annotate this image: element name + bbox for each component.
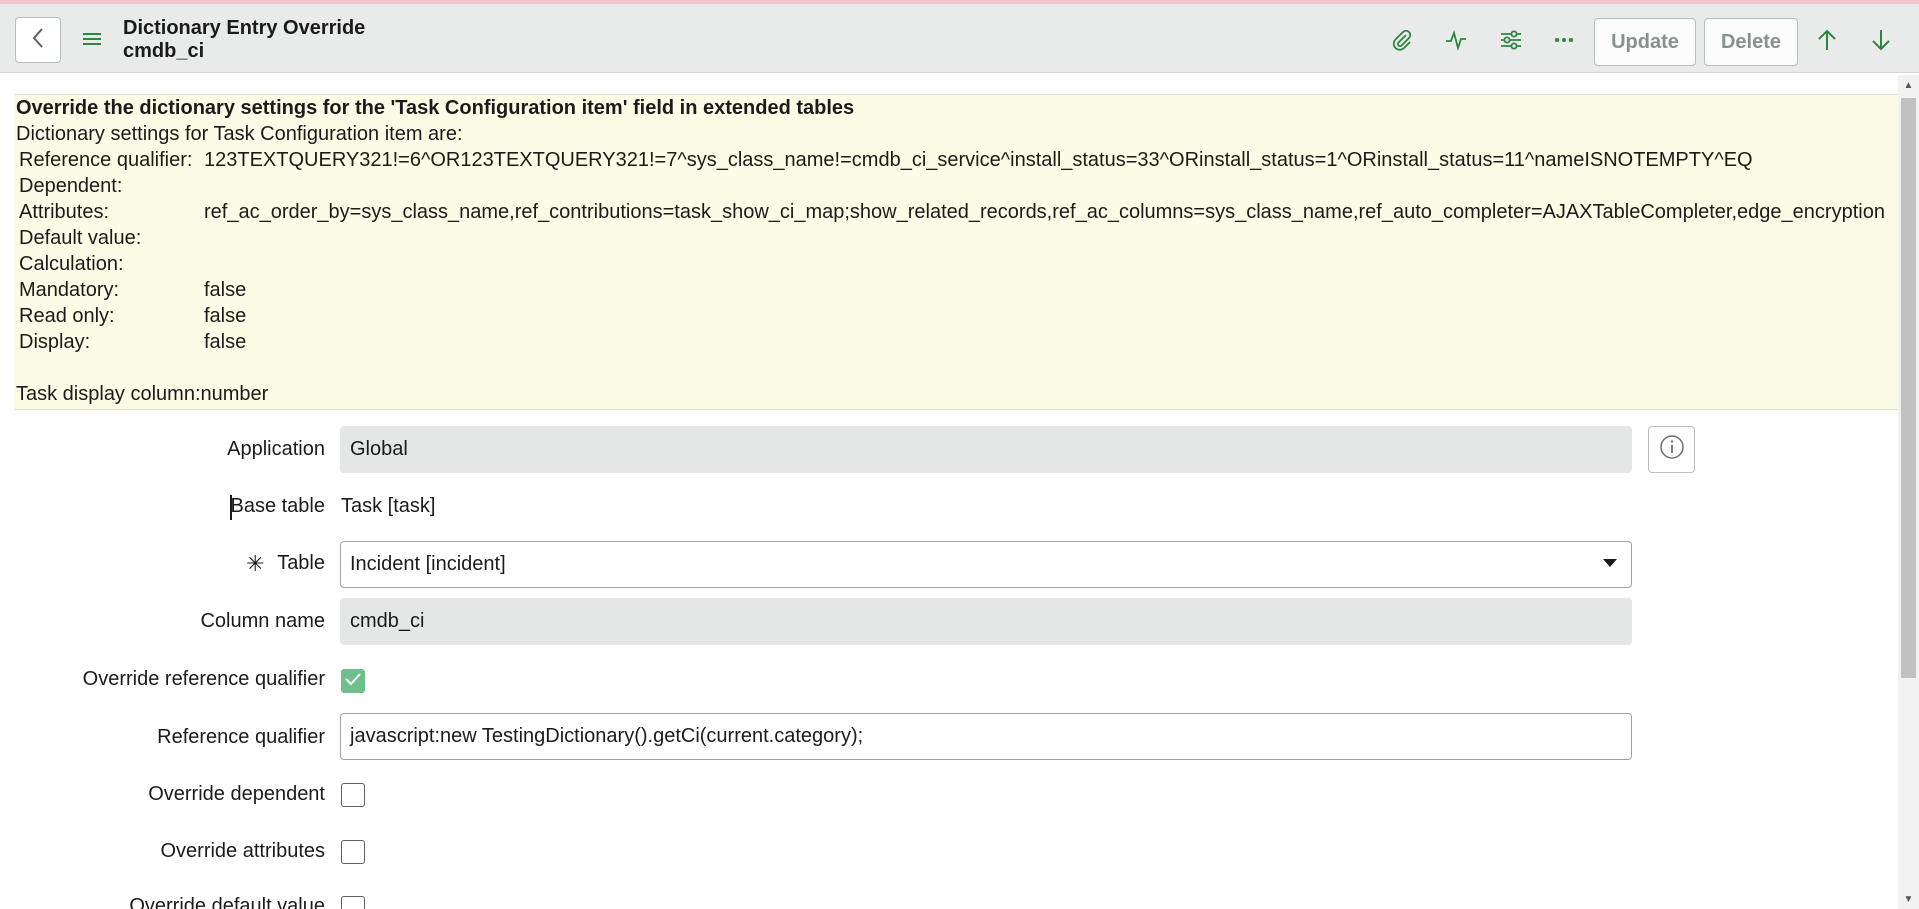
more-options-icon (1552, 28, 1576, 57)
info-key: Default value: (19, 227, 142, 249)
override-default-value-label: Override default value (129, 895, 325, 909)
activity-button[interactable] (1439, 25, 1473, 59)
page: Dictionary Entry Override cmdb_ci Update… (0, 0, 1919, 909)
required-icon: ✳ (246, 551, 265, 576)
info-heading: Override the dictionary settings for the… (16, 97, 855, 119)
info-value: false (204, 305, 247, 327)
activity-icon (1444, 28, 1468, 57)
attachment-button[interactable] (1385, 25, 1419, 59)
task-display-column: Task display column:number (16, 383, 269, 405)
info-key: Display: (19, 331, 91, 353)
override-reference-qualifier-checkbox[interactable] (341, 669, 365, 693)
application-field: Global (340, 426, 1632, 473)
form-title-block: Dictionary Entry Override cmdb_ci (123, 17, 365, 63)
application-info-button[interactable] (1648, 426, 1695, 473)
form-header: Dictionary Entry Override cmdb_ci Update… (0, 4, 1919, 73)
form-subtitle: cmdb_ci (123, 40, 205, 62)
override-attributes-checkbox[interactable] (341, 840, 365, 864)
info-key: Reference qualifier: (19, 149, 193, 171)
override-reference-qualifier-label: Override reference qualifier (82, 668, 325, 690)
back-button[interactable] (15, 17, 61, 63)
info-key: Read only: (19, 305, 115, 327)
scroll-thumb[interactable] (1901, 98, 1916, 678)
arrow-down-icon (1870, 28, 1892, 57)
info-value: 123TEXTQUERY321!=6^OR123TEXTQUERY321!=7^… (204, 149, 1753, 171)
update-button[interactable]: Update (1594, 18, 1696, 66)
column-name-field: cmdb_ci (340, 598, 1632, 645)
reference-qualifier-input[interactable]: javascript:new TestingDictionary().getCi… (340, 713, 1632, 760)
table-label: Table (277, 552, 325, 574)
page-scrollbar[interactable]: ▲ ▼ (1898, 75, 1919, 909)
override-dependent-label: Override dependent (148, 783, 325, 805)
reference-qualifier-label: Reference qualifier (157, 726, 325, 748)
base-table-value: Task [task] (341, 495, 436, 517)
override-attributes-label: Override attributes (160, 840, 325, 862)
back-icon (31, 27, 45, 54)
override-dependent-checkbox[interactable] (341, 783, 365, 807)
delete-button[interactable]: Delete (1704, 18, 1798, 66)
info-value: false (204, 331, 247, 353)
info-value: ref_ac_order_by=sys_class_name,ref_contr… (204, 201, 1885, 223)
table-select-value: Incident [incident] (350, 553, 506, 575)
previous-record-button[interactable] (1810, 25, 1844, 59)
personalize-form-button[interactable] (1494, 25, 1528, 59)
scroll-up-arrow[interactable]: ▲ (1898, 75, 1919, 95)
override-default-value-checkbox[interactable] (341, 896, 365, 909)
paperclip-icon (1390, 28, 1414, 57)
sliders-icon (1499, 28, 1523, 57)
scroll-down-arrow[interactable]: ▼ (1898, 889, 1919, 909)
info-key: Dependent: (19, 175, 123, 197)
table-select[interactable]: Incident [incident] (340, 541, 1632, 588)
hamburger-menu-icon (83, 32, 101, 51)
context-menu-button[interactable] (80, 29, 104, 53)
arrow-up-icon (1816, 28, 1838, 57)
chevron-down-icon (1603, 559, 1617, 567)
info-key: Calculation: (19, 253, 124, 275)
column-name-label: Column name (200, 610, 325, 632)
form-title: Dictionary Entry Override (123, 17, 366, 39)
more-options-button[interactable] (1547, 25, 1581, 59)
application-label: Application (227, 438, 325, 460)
info-value: false (204, 279, 247, 301)
checkmark-icon (344, 672, 362, 691)
next-record-button[interactable] (1864, 25, 1898, 59)
dictionary-settings-info: Override the dictionary settings for the… (14, 94, 1898, 410)
info-key: Attributes: (19, 201, 110, 223)
info-key: Mandatory: (19, 279, 120, 301)
info-icon (1659, 434, 1685, 465)
info-subheading: Dictionary settings for Task Configurati… (16, 123, 463, 145)
base-table-label: Base table (230, 495, 325, 517)
